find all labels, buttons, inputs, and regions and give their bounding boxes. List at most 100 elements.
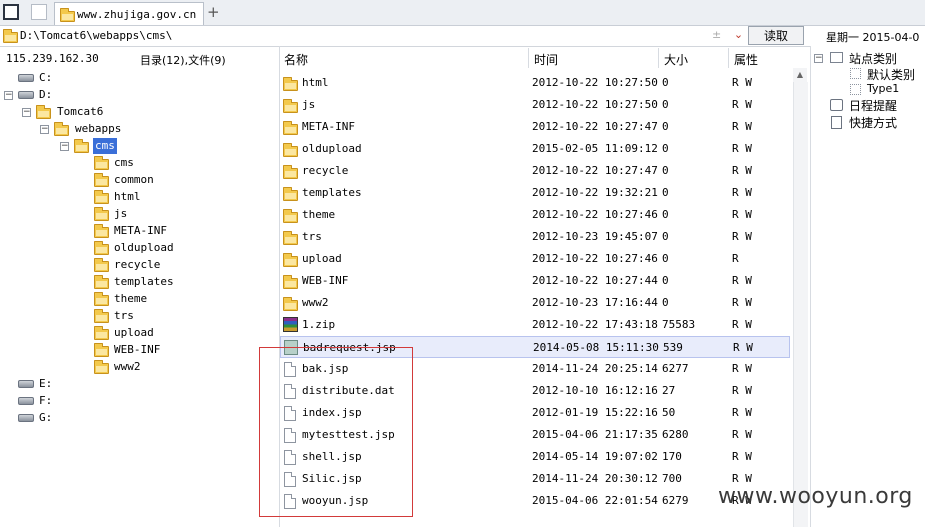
path-input[interactable]: D:\Tomcat6\webapps\cms\ [20,29,172,42]
site-category[interactable]: 站点类别 [849,50,897,67]
table-row[interactable]: WEB-INF 2012-10-22 10:27:44 0 R W [280,270,790,292]
row-attr: R W [733,341,753,354]
column-time[interactable]: 时间 [534,51,558,68]
collapse-icon[interactable]: − [814,54,823,63]
table-row[interactable]: META-INF 2012-10-22 10:27:47 0 R W [280,116,790,138]
row-attr: R W [732,164,752,177]
add-tab-button[interactable]: + [207,3,220,21]
item-icon [850,84,861,95]
table-row[interactable]: recycle 2012-10-22 10:27:47 0 R W [280,160,790,182]
read-button[interactable]: 读取 [748,26,804,45]
row-attr: R W [732,384,752,397]
folder-icon [283,297,298,311]
pin-icon[interactable]: ± [712,28,721,41]
row-size: 0 [662,98,669,111]
table-row[interactable]: trs 2012-10-23 19:45:07 0 R W [280,226,790,248]
table-row[interactable]: www2 2012-10-23 17:16:44 0 R W [280,292,790,314]
row-time: 2012-10-23 19:45:07 [532,230,658,243]
vertical-scrollbar[interactable] [793,82,808,527]
table-row[interactable]: templates 2012-10-22 19:32:21 0 R W [280,182,790,204]
row-time: 2012-10-22 10:27:44 [532,274,658,287]
row-name: META-INF [302,120,355,133]
type1-category[interactable]: Type1 [867,82,899,95]
row-time: 2012-10-22 17:43:18 [532,318,658,331]
drive-icon [18,380,34,388]
folder-icon [283,231,298,245]
column-size[interactable]: 大小 [664,51,688,68]
default-category[interactable]: 默认类别 [867,66,915,83]
table-row[interactable]: html 2012-10-22 10:27:50 0 R W [280,72,790,94]
scroll-up-arrow[interactable]: ▲ [793,68,807,82]
row-attr: R W [732,318,752,331]
row-time: 2015-02-05 11:09:12 [532,142,658,155]
row-attr: R W [732,362,752,375]
collapse-icon[interactable]: − [40,125,49,134]
collapse-icon[interactable]: − [60,142,69,151]
row-time: 2012-10-22 10:27:50 [532,98,658,111]
tab-site[interactable]: www.zhujiga.gov.cn [54,2,204,25]
row-size: 539 [663,341,683,354]
column-divider[interactable] [728,48,729,68]
folder-icon [94,309,109,323]
row-time: 2012-10-22 10:27:46 [532,208,658,221]
new-page-icon[interactable] [31,4,47,20]
row-attr: R W [732,428,752,441]
folder-icon [283,253,298,267]
row-size: 50 [662,406,676,419]
table-row[interactable]: oldupload 2015-02-05 11:09:12 0 R W [280,138,790,160]
row-size: 0 [662,230,669,243]
row-attr: R W [732,186,752,199]
calendar-icon [830,99,843,111]
folder-icon [3,29,18,43]
row-size: 6280 [662,428,689,441]
folder-icon [283,209,298,223]
column-divider[interactable] [528,48,529,68]
row-time: 2015-04-06 22:01:54 [532,494,658,507]
row-size: 0 [662,76,669,89]
row-name: theme [302,208,336,221]
folder-icon [54,122,69,136]
drive-icon [18,74,34,82]
chevron-down-icon[interactable]: ⌄ [734,28,743,41]
folder-icon [94,224,109,238]
shortcuts[interactable]: 快捷方式 [849,114,897,131]
collapse-icon[interactable]: − [22,108,31,117]
folder-icon [60,8,75,22]
row-attr: R W [732,296,752,309]
collapse-icon[interactable]: − [4,91,13,100]
folder-icon [283,77,298,91]
row-time: 2014-11-24 20:25:14 [532,362,658,375]
row-attr: R W [732,274,752,287]
path-dropdown[interactable]: ± ⌄ [712,28,743,41]
row-time: 2012-10-22 10:27:50 [532,76,658,89]
row-time: 2014-05-14 19:07:02 [532,450,658,463]
column-divider[interactable] [658,48,659,68]
row-attr: R W [732,120,752,133]
folder-icon [94,156,109,170]
folder-icon [94,241,109,255]
folder-icon [283,121,298,135]
row-size: 0 [662,252,669,265]
row-size: 6279 [662,494,689,507]
folder-icon [94,207,109,221]
archive-icon [283,317,298,332]
column-name[interactable]: 名称 [284,51,308,68]
folder-icon [283,165,298,179]
row-time: 2015-04-06 21:17:35 [532,428,658,441]
table-row[interactable]: upload 2012-10-22 10:27:46 0 R [280,248,790,270]
row-time: 2012-10-22 10:27:47 [532,120,658,133]
window-menu-icon[interactable] [3,4,19,20]
row-size: 700 [662,472,682,485]
row-attr: R [732,252,739,265]
table-row[interactable]: 1.zip 2012-10-22 17:43:18 75583 R W [280,314,790,336]
right-panel: − 站点类别 默认类别 Type1 日程提醒 快捷方式 [810,46,925,527]
row-attr: R W [732,406,752,419]
schedule-reminder[interactable]: 日程提醒 [849,97,897,114]
highlight-box [259,347,413,517]
table-row[interactable]: theme 2012-10-22 10:27:46 0 R W [280,204,790,226]
row-size: 0 [662,296,669,309]
category-icon [830,52,843,63]
column-attr[interactable]: 属性 [734,51,758,68]
row-size: 0 [662,164,669,177]
table-row[interactable]: js 2012-10-22 10:27:50 0 R W [280,94,790,116]
